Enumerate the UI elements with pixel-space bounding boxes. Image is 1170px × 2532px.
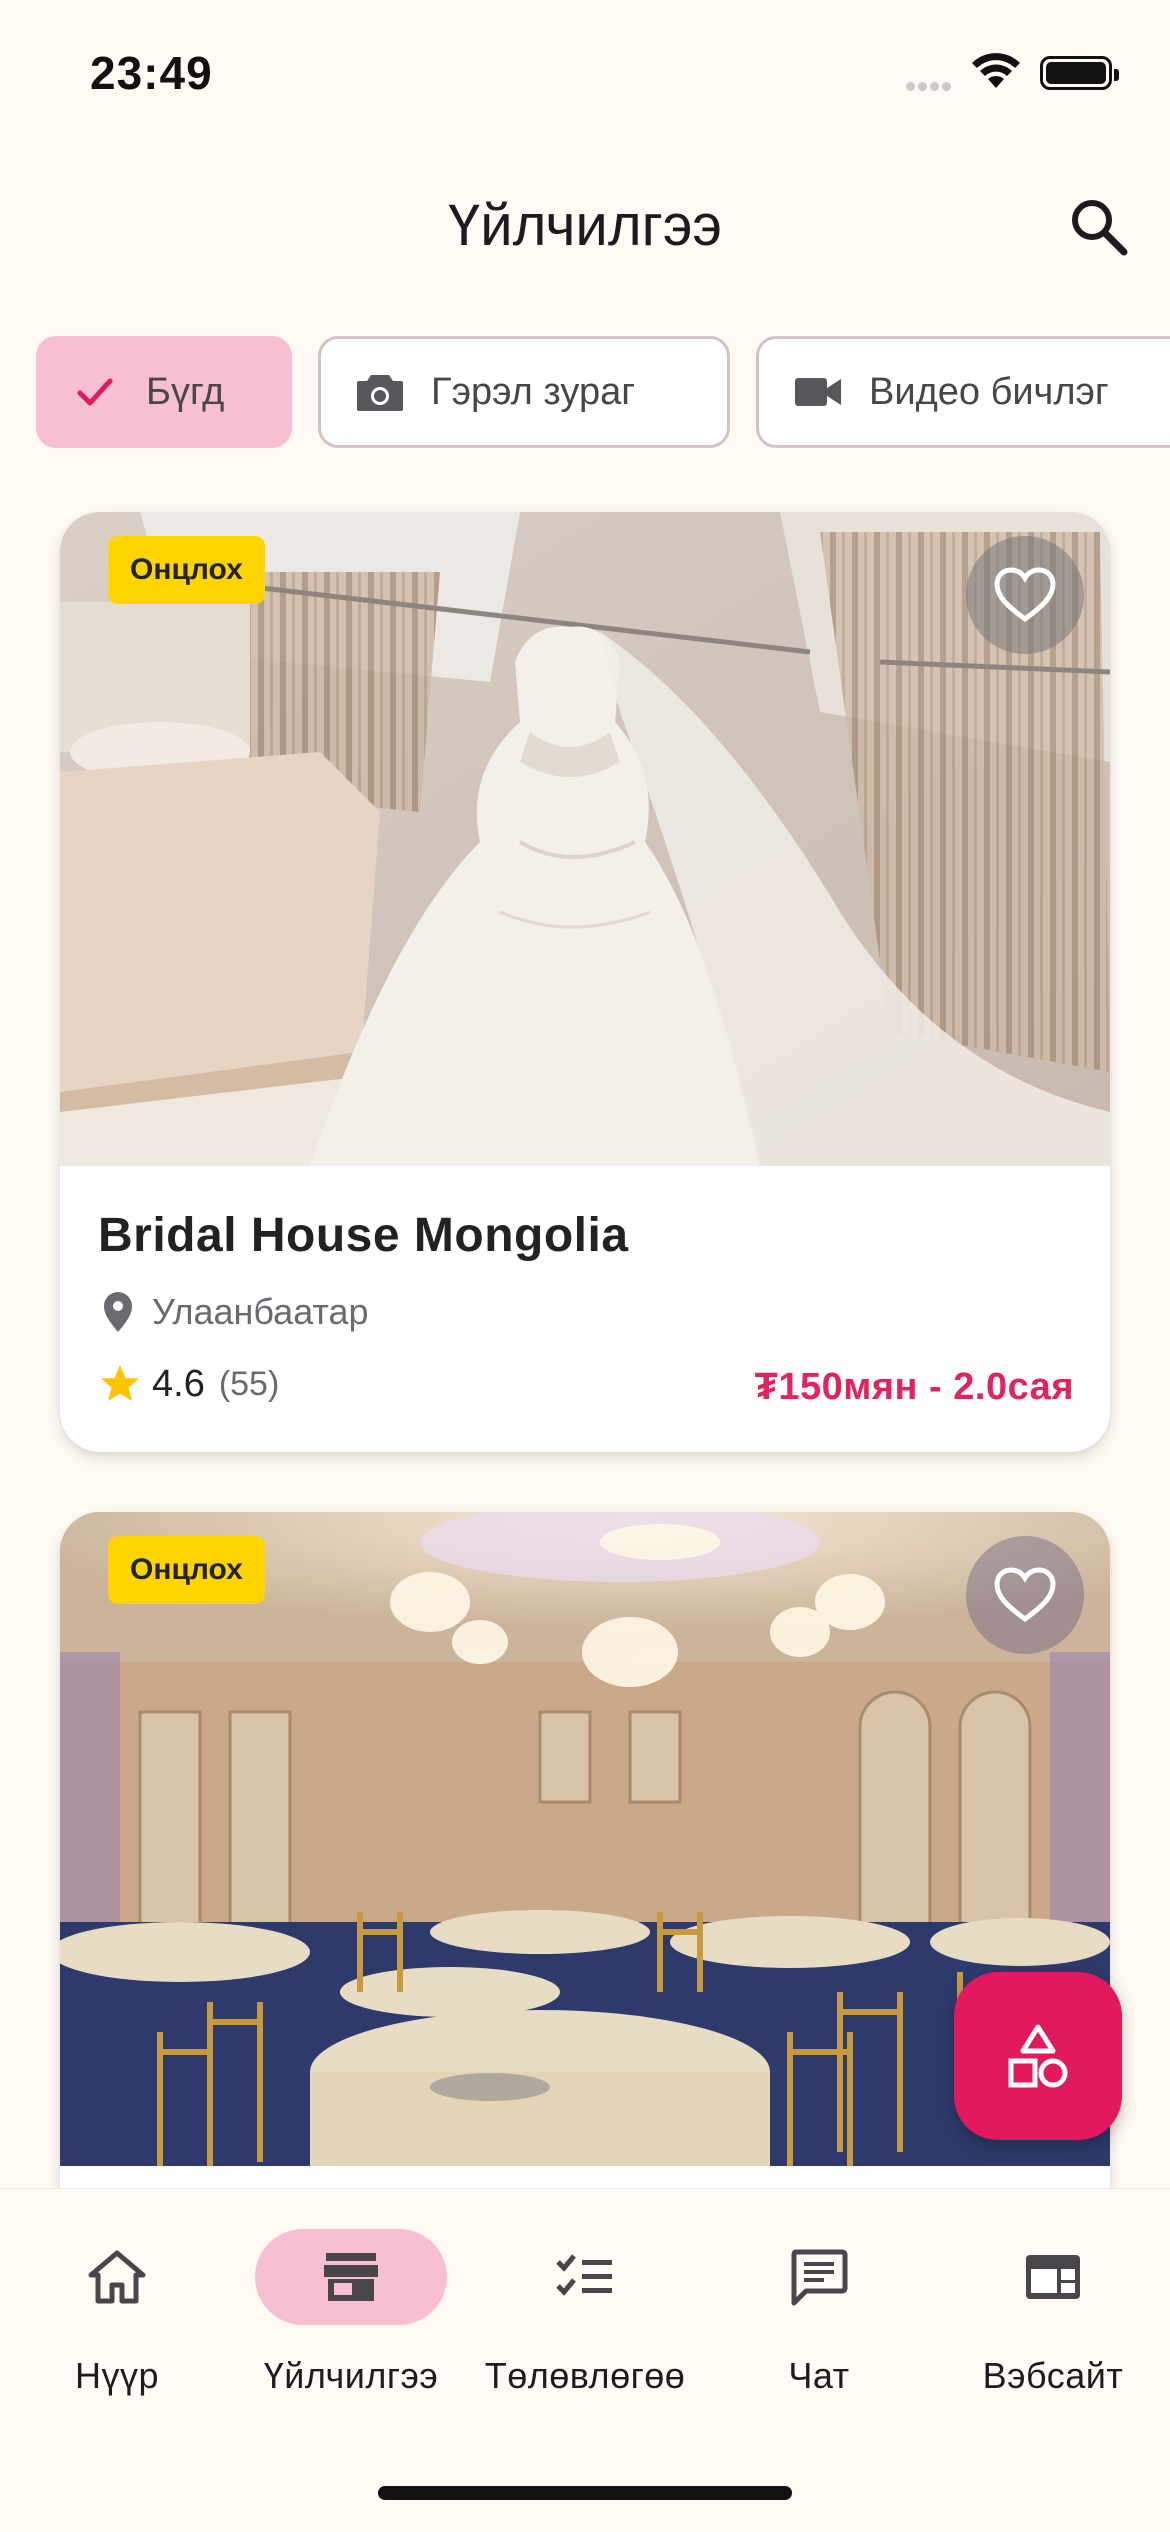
home-icon bbox=[88, 2250, 146, 2304]
chip-photo[interactable]: Гэрэл зураг bbox=[318, 336, 730, 448]
service-location: Улаанбаатар bbox=[98, 1290, 369, 1334]
services-screen: 23:49 Үйлчилгээ Бүгд Гэрэл зураг Видео б… bbox=[0, 0, 1170, 2532]
chat-icon bbox=[791, 2249, 848, 2306]
service-card[interactable]: Онцлох bbox=[60, 1512, 1110, 2272]
featured-badge: Онцлох bbox=[108, 536, 265, 604]
nav-item-services[interactable]: Үйлчилгээ bbox=[234, 2229, 468, 2409]
website-icon bbox=[1026, 2255, 1080, 2299]
service-name: Bridal House Mongolia bbox=[98, 1209, 629, 1262]
nav-label: Үйлчилгээ bbox=[263, 2355, 439, 2396]
nav-label: Нүүр bbox=[74, 2355, 160, 2396]
favorite-button[interactable] bbox=[966, 1536, 1084, 1654]
chip-all[interactable]: Бүгд bbox=[36, 336, 292, 448]
service-info: Bridal House Mongolia Улаанбаатар 4.6 (5… bbox=[60, 1166, 1110, 1452]
heart-icon bbox=[994, 1567, 1056, 1623]
nav-label: Төлөвлөгөө bbox=[484, 2355, 686, 2396]
status-time: 23:49 bbox=[90, 47, 213, 99]
rating-value: 4.6 bbox=[152, 1362, 205, 1405]
nav-label: Вэбсайт bbox=[982, 2355, 1124, 2396]
featured-badge: Онцлох bbox=[108, 1536, 265, 1604]
checklist-icon bbox=[556, 2254, 612, 2296]
service-photo: Онцлох bbox=[60, 512, 1110, 1166]
video-camera-icon bbox=[793, 367, 843, 417]
app-bar: Үйлчилгээ bbox=[0, 170, 1170, 280]
nav-item-plan[interactable]: Төлөвлөгөө bbox=[468, 2229, 702, 2409]
store-icon bbox=[324, 2253, 378, 2301]
nav-item-chat[interactable]: Чат bbox=[702, 2229, 936, 2409]
shapes-icon bbox=[1008, 2024, 1068, 2088]
search-icon[interactable] bbox=[1064, 192, 1134, 262]
camera-icon bbox=[355, 367, 405, 417]
home-indicator[interactable] bbox=[378, 2486, 792, 2500]
battery-icon bbox=[1040, 56, 1119, 90]
service-card[interactable]: Онцлох Bridal House Mongolia Улаанбаатар… bbox=[60, 512, 1110, 1452]
price-range: ₮150мян - 2.0сая bbox=[754, 1366, 1074, 1408]
location-pin-icon bbox=[104, 1292, 132, 1332]
heart-icon bbox=[994, 567, 1056, 623]
shapes-fab-button[interactable] bbox=[954, 1972, 1122, 2140]
page-title: Үйлчилгээ bbox=[447, 193, 723, 258]
chip-label: Видео бичлэг bbox=[869, 370, 1109, 413]
location-text: Улаанбаатар bbox=[152, 1291, 369, 1332]
chip-label: Бүгд bbox=[146, 370, 225, 413]
nav-label: Чат bbox=[788, 2355, 850, 2396]
nav-item-home[interactable]: Нүүр bbox=[0, 2229, 234, 2409]
nav-item-website[interactable]: Вэбсайт bbox=[936, 2229, 1170, 2409]
service-photo: Онцлох bbox=[60, 1512, 1110, 2166]
service-rating: 4.6 (55) bbox=[98, 1362, 279, 1406]
chip-label: Гэрэл зураг bbox=[431, 370, 636, 413]
status-bar: 23:49 bbox=[0, 0, 1170, 140]
chip-video[interactable]: Видео бичлэг bbox=[756, 336, 1170, 448]
signal-icon bbox=[906, 78, 958, 91]
star-icon bbox=[101, 1365, 139, 1401]
bottom-navigation: Нүүр Үйлчилгээ Төлөвлөгөө Чат Вэбсайт bbox=[0, 2188, 1170, 2532]
wifi-icon bbox=[972, 53, 1020, 88]
check-icon bbox=[70, 367, 120, 417]
favorite-button[interactable] bbox=[966, 536, 1084, 654]
review-count: (55) bbox=[218, 1364, 280, 1403]
